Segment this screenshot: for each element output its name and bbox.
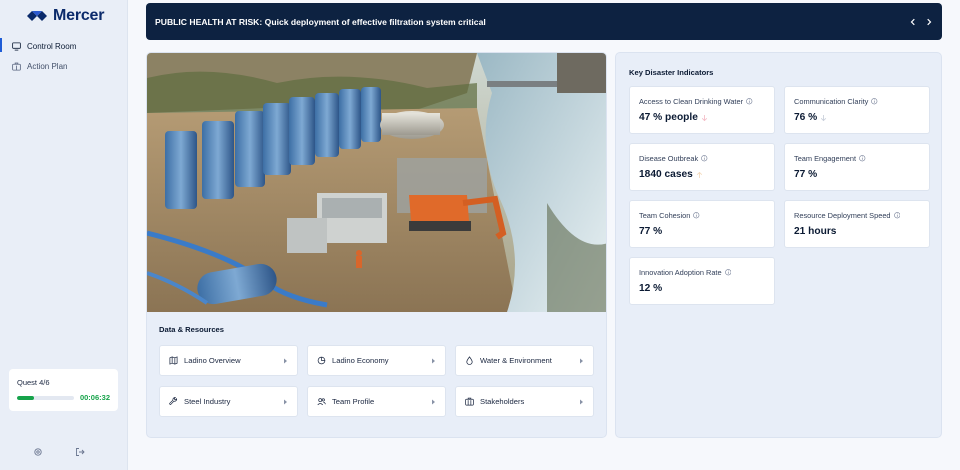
info-icon[interactable]	[746, 98, 753, 105]
resource-label: Stakeholders	[480, 397, 525, 406]
arrow-down-icon	[701, 114, 707, 121]
banner-text: PUBLIC HEALTH AT RISK: Quick deployment …	[155, 16, 486, 27]
resource-label: Ladino Economy	[332, 356, 389, 365]
alert-banner: PUBLIC HEALTH AT RISK: Quick deployment …	[146, 3, 942, 40]
kpi-label: Disease Outbreak	[639, 154, 699, 163]
resource-team-profile[interactable]: Team Profile	[307, 386, 446, 417]
indicators-panel: Key Disaster Indicators Access to Clean …	[615, 52, 942, 438]
logo-text: Mercer	[53, 7, 105, 24]
mercer-logo[interactable]: Mercer	[26, 7, 104, 25]
arrow-up-icon	[696, 171, 702, 178]
resources-title: Data & Resources	[159, 325, 224, 334]
kpi-label: Innovation Adoption Rate	[639, 268, 722, 277]
quest-label: Quest 4/6	[17, 378, 50, 387]
kpi-value: 76 %	[794, 112, 818, 123]
kpi-value: 21 hours	[794, 226, 837, 237]
kpi-card-team-cohesion[interactable]: Team Cohesion 77 %	[629, 200, 775, 248]
kpi-value: 1840 cases	[639, 169, 693, 180]
settings-icon[interactable]	[33, 447, 43, 457]
mercer-logo-icon	[27, 11, 47, 21]
arrow-down-icon	[821, 114, 827, 121]
resource-label: Steel Industry	[184, 397, 231, 406]
sidebar-item-label: Action Plan	[27, 61, 68, 71]
resource-label: Water & Environment	[480, 356, 552, 365]
quest-progress-card: Quest 4/6 00:06:32	[9, 369, 118, 411]
kpi-value: 77 %	[639, 226, 663, 237]
info-icon[interactable]	[859, 155, 866, 162]
sidebar-item-label: Control Room	[27, 41, 77, 51]
chevron-right-icon	[284, 358, 287, 363]
info-icon[interactable]	[701, 155, 708, 162]
info-icon[interactable]	[893, 212, 901, 219]
map-icon	[169, 356, 178, 365]
kpi-card-disease-outbreak[interactable]: Disease Outbreak 1840 cases	[629, 143, 775, 191]
info-icon[interactable]	[693, 212, 700, 219]
chevron-right-icon	[432, 358, 435, 363]
kpi-value: 77 %	[794, 169, 818, 180]
sidebar-item-control-room[interactable]: Control Room	[0, 36, 128, 56]
chevron-right-icon	[580, 399, 583, 404]
kpi-card-team-engagement[interactable]: Team Engagement 77 %	[784, 143, 930, 191]
kpi-label: Access to Clean Drinking Water	[639, 97, 744, 106]
quest-timer: 00:06:32	[79, 393, 110, 402]
resource-ladino-overview[interactable]: Ladino Overview	[159, 345, 298, 376]
sidebar-nav: Control Room Action Plan	[0, 36, 128, 76]
kpi-label: Resource Deployment Speed	[794, 211, 891, 220]
kpi-label: Team Cohesion	[639, 211, 691, 220]
resource-label: Ladino Overview	[184, 356, 241, 365]
info-icon[interactable]	[724, 269, 732, 276]
chevron-left-icon[interactable]	[909, 18, 917, 26]
quest-progress-fill	[17, 395, 35, 400]
resource-label: Team Profile	[332, 397, 375, 406]
resource-stakeholders[interactable]: Stakeholders	[455, 386, 594, 417]
kpi-card-resource-deployment-speed[interactable]: Resource Deployment Speed 21 hours	[784, 200, 930, 248]
wrench-icon	[169, 397, 178, 405]
indicators-title: Key Disaster Indicators	[629, 68, 714, 77]
pie-chart-icon	[317, 356, 326, 365]
users-icon	[317, 398, 326, 406]
sidebar-item-action-plan[interactable]: Action Plan	[0, 56, 128, 76]
briefcase-icon	[465, 397, 474, 406]
kpi-card-clean-water[interactable]: Access to Clean Drinking Water 47 % peop…	[629, 86, 775, 134]
kpi-card-innovation-adoption-rate[interactable]: Innovation Adoption Rate 12 %	[629, 257, 775, 305]
quest-progress-bar	[17, 395, 74, 400]
resource-water-environment[interactable]: Water & Environment	[455, 345, 594, 376]
kpi-value: 47 % people	[639, 112, 698, 123]
logout-icon[interactable]	[75, 447, 85, 457]
kpi-label: Communication Clarity	[794, 97, 869, 106]
monitor-icon	[12, 41, 21, 51]
kpi-card-communication-clarity[interactable]: Communication Clarity 76 %	[784, 86, 930, 134]
chevron-right-icon	[284, 399, 287, 404]
chevron-right-icon	[580, 358, 583, 363]
droplet-icon	[466, 356, 473, 365]
resource-steel-industry[interactable]: Steel Industry	[159, 386, 298, 417]
briefcase-icon	[12, 62, 21, 71]
chevron-right-icon[interactable]	[925, 18, 933, 26]
kpi-label: Team Engagement	[794, 154, 857, 163]
info-icon[interactable]	[871, 98, 878, 105]
chevron-right-icon	[432, 399, 435, 404]
kpi-value: 12 %	[639, 283, 663, 294]
sidebar: Mercer Control Room Action Plan Quest 4/…	[0, 0, 128, 470]
scenario-panel: Data & Resources Ladino Overview Ladino …	[146, 52, 607, 438]
resource-ladino-economy[interactable]: Ladino Economy	[307, 345, 446, 376]
filtration-site-image	[147, 53, 606, 312]
